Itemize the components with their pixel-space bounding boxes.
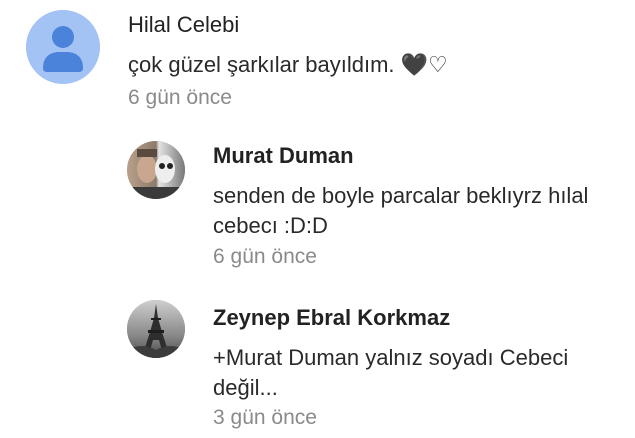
reply-author[interactable]: Murat Duman (213, 143, 354, 169)
reply-timestamp: 3 gün önce (213, 406, 317, 429)
reply-text: +Murat Duman yalnız soyadı Cebeci değil.… (213, 345, 569, 400)
comment-text: çok güzel şarkılar bayıldım. 🖤♡ (128, 52, 448, 77)
profile-photo-avatar[interactable] (127, 141, 185, 199)
reply-timestamp: 6 gün önce (213, 245, 317, 268)
eiffel-tower-photo-avatar[interactable] (127, 300, 185, 358)
comment-timestamp: 6 gün önce (128, 86, 232, 109)
reply-author[interactable]: Zeynep Ebral Korkmaz (213, 305, 450, 331)
comment-thread: Hilal Celebi çok güzel şarkılar bayıldım… (0, 0, 635, 438)
default-user-avatar-icon[interactable] (26, 10, 100, 84)
reply-text: senden de boyle parcalar beklıyrz hılal … (213, 183, 589, 238)
comment-author[interactable]: Hilal Celebi (128, 12, 239, 38)
